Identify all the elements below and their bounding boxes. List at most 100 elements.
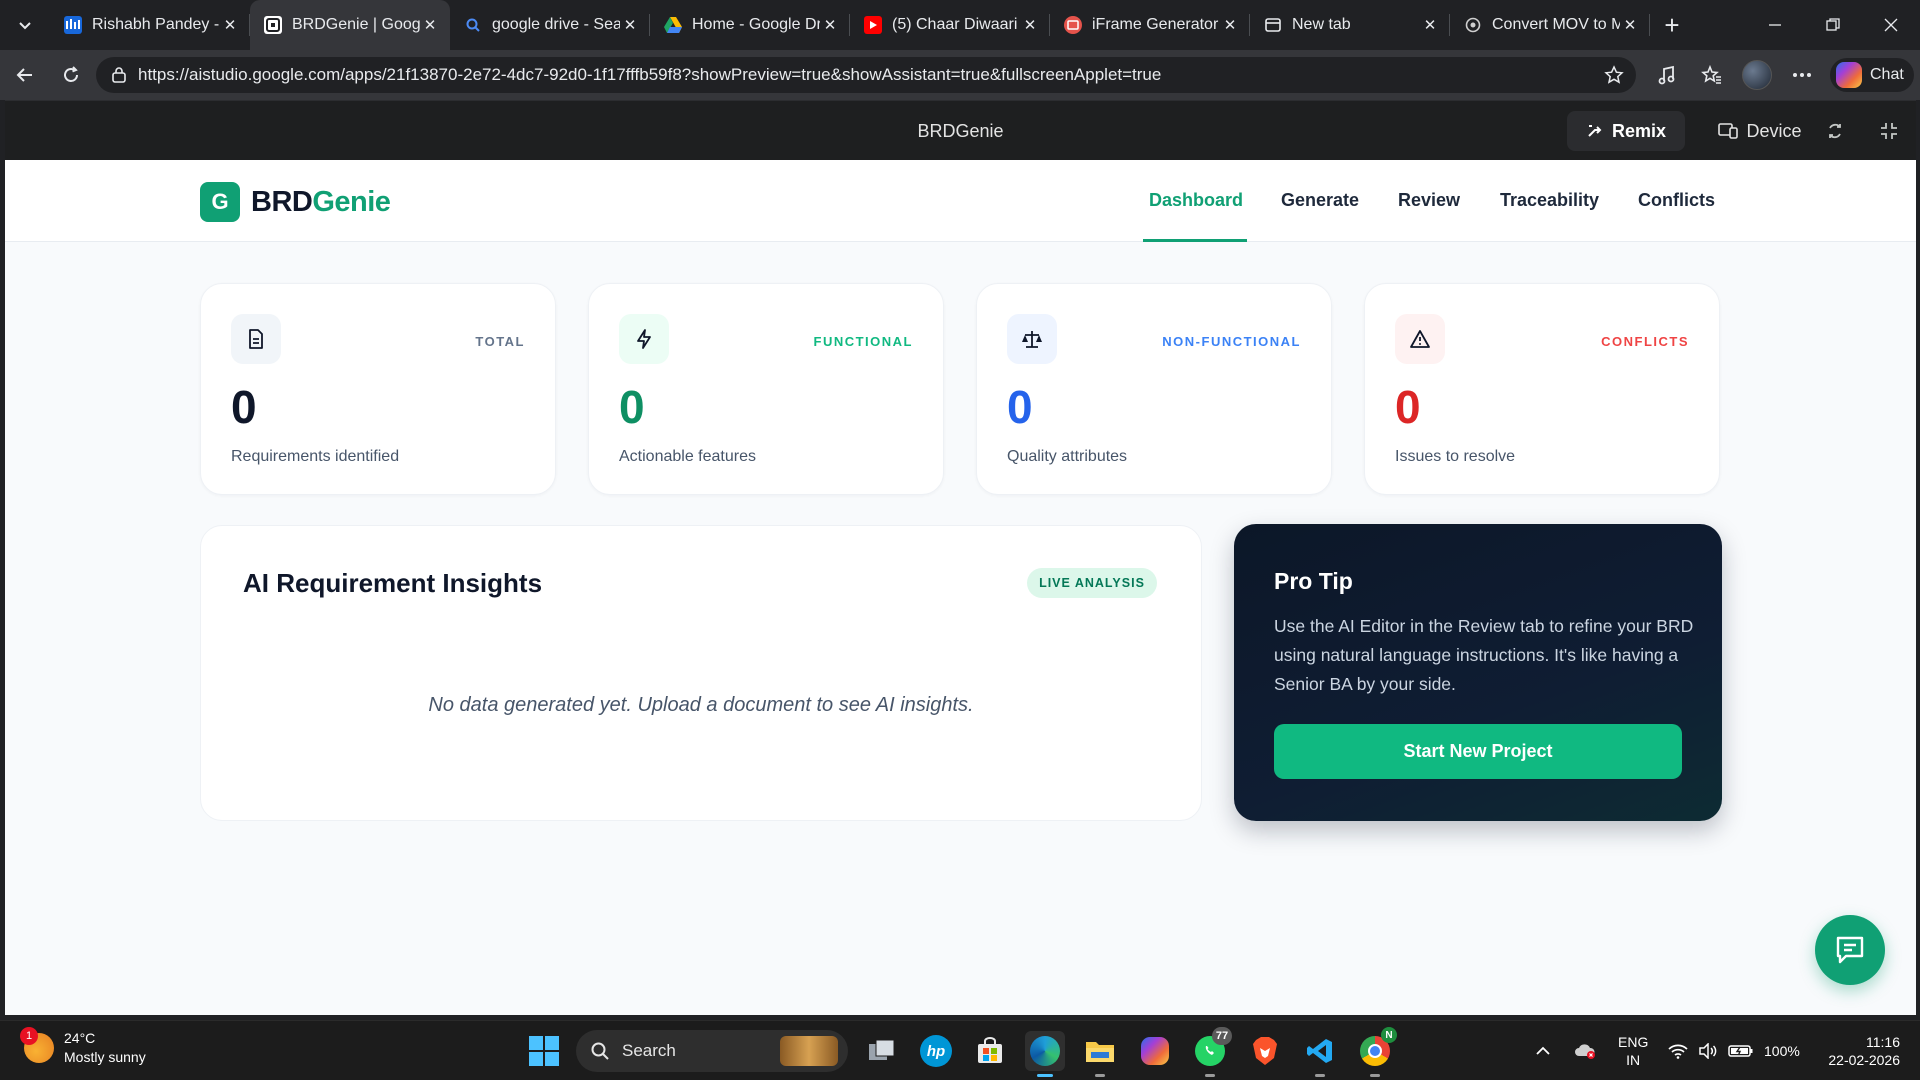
restore-button[interactable]	[1804, 0, 1862, 50]
chevron-up-icon	[1536, 1046, 1550, 1055]
logo-brd: BRD	[251, 185, 313, 218]
remix-button[interactable]: Remix	[1567, 111, 1685, 151]
favorites-button[interactable]	[1690, 52, 1734, 98]
browser-tab-youtube[interactable]: (5) Chaar Diwaari ft ✕	[850, 0, 1050, 50]
device-label: Device	[1746, 120, 1802, 141]
close-icon[interactable]: ✕	[1220, 15, 1240, 35]
minimize-button[interactable]	[1746, 0, 1804, 50]
media-control-button[interactable]	[1645, 52, 1689, 98]
taskbar-vscode[interactable]	[1300, 1031, 1340, 1077]
close-icon[interactable]: ✕	[1620, 15, 1640, 35]
nav-review[interactable]: Review	[1398, 190, 1460, 211]
tab-title: (5) Chaar Diwaari ft	[892, 16, 1020, 33]
taskbar-clock[interactable]: 11:16 22-02-2026	[1810, 1033, 1900, 1069]
taskbar-search[interactable]: Search	[576, 1030, 848, 1072]
nav-traceability[interactable]: Traceability	[1500, 190, 1599, 211]
back-button[interactable]	[2, 52, 48, 98]
show-hidden-icons[interactable]	[1535, 1021, 1551, 1080]
chevron-down-icon	[19, 22, 31, 30]
close-icon[interactable]: ✕	[1020, 15, 1040, 35]
taskbar-store[interactable]	[970, 1031, 1010, 1071]
tab-title: BRDGenie | Google	[292, 16, 420, 33]
convert-icon	[1464, 16, 1482, 34]
taskbar-edge[interactable]	[1025, 1031, 1065, 1077]
copilot-icon	[1141, 1037, 1169, 1065]
copilot-icon	[1836, 62, 1862, 88]
chat-bubble-icon	[1836, 936, 1864, 964]
volume-icon	[1699, 1043, 1717, 1059]
tab-title: Convert MOV to MI	[1492, 16, 1620, 33]
browser-tab-google-drive[interactable]: Home - Google Driv ✕	[650, 0, 850, 50]
taskbar-brave[interactable]	[1245, 1031, 1285, 1071]
brave-lion-icon	[1253, 1037, 1277, 1065]
running-indicator	[1037, 1074, 1053, 1077]
logo-genie: Genie	[312, 185, 391, 218]
close-window-button[interactable]	[1862, 0, 1920, 50]
chat-label: Chat	[1870, 66, 1904, 83]
reload-button[interactable]	[48, 52, 94, 98]
taskbar-whatsapp[interactable]: 77	[1190, 1027, 1232, 1077]
stat-value: 0	[619, 381, 645, 433]
close-icon[interactable]: ✕	[1420, 15, 1440, 35]
applet-header: BRDGenie Remix Device	[5, 100, 1916, 160]
search-highlight-image	[780, 1036, 838, 1066]
browser-tab-convert[interactable]: Convert MOV to MI ✕	[1450, 0, 1650, 50]
more-menu-button[interactable]	[1780, 52, 1824, 98]
live-analysis-badge: LIVE ANALYSIS	[1027, 568, 1157, 598]
hp-icon: hp	[920, 1035, 952, 1067]
jira-icon	[64, 16, 82, 34]
tab-title: iFrame Generator -	[1092, 16, 1220, 33]
new-tab-button[interactable]: +	[1650, 0, 1694, 50]
close-icon[interactable]: ✕	[820, 15, 840, 35]
nav-conflicts[interactable]: Conflicts	[1638, 190, 1715, 211]
url-text: https://aistudio.google.com/apps/21f1387…	[138, 65, 1162, 84]
profile-avatar[interactable]	[1735, 52, 1779, 98]
onedrive-status[interactable]	[1573, 1021, 1597, 1080]
logo-text: BRDGenie	[251, 185, 391, 219]
running-indicator	[1205, 1074, 1215, 1077]
running-indicator	[1095, 1074, 1105, 1077]
task-view-button[interactable]	[862, 1031, 902, 1071]
notification-badge: 1	[20, 1027, 38, 1045]
close-icon[interactable]: ✕	[620, 15, 640, 35]
browser-tab-new-tab[interactable]: New tab ✕	[1250, 0, 1450, 50]
start-new-project-button[interactable]: Start New Project	[1274, 724, 1682, 779]
nav-dashboard[interactable]: Dashboard	[1149, 190, 1243, 211]
taskbar-hp[interactable]: hp	[916, 1031, 956, 1071]
quick-settings[interactable]: 100%	[1668, 1021, 1800, 1080]
insights-empty-state: No data generated yet. Upload a document…	[428, 694, 974, 716]
tab-title: google drive - Sear	[492, 16, 620, 33]
app-logo[interactable]: G BRDGenie	[200, 182, 391, 222]
exit-fullscreen-button[interactable]	[1869, 111, 1909, 151]
cloud-error-icon	[1575, 1044, 1595, 1059]
lang-top: ENG	[1618, 1034, 1649, 1050]
taskbar-copilot[interactable]	[1135, 1031, 1175, 1071]
copilot-chat-button[interactable]: Chat	[1830, 58, 1914, 92]
address-bar[interactable]: https://aistudio.google.com/apps/21f1387…	[96, 57, 1636, 93]
bookmark-star-icon[interactable]	[1604, 65, 1624, 85]
reload-icon	[64, 66, 78, 82]
refresh-applet-button[interactable]	[1815, 111, 1855, 151]
remix-icon	[1588, 125, 1602, 137]
taskbar-chrome[interactable]: N	[1355, 1027, 1397, 1077]
running-indicator	[1370, 1074, 1380, 1077]
clock-time: 11:16	[1866, 1034, 1900, 1050]
chat-fab-button[interactable]	[1815, 915, 1885, 985]
tab-search-menu[interactable]	[0, 0, 50, 50]
youtube-icon	[864, 16, 882, 34]
battery-charging-icon	[1728, 1045, 1753, 1057]
language-indicator[interactable]: ENG IN	[1618, 1021, 1648, 1080]
browser-tab-iframe-generator[interactable]: iFrame Generator - ✕	[1050, 0, 1250, 50]
weather-widget[interactable]: 1 24°C Mostly sunny	[20, 1027, 146, 1067]
close-icon[interactable]: ✕	[420, 15, 440, 35]
browser-tab-google-search[interactable]: google drive - Sear ✕	[450, 0, 650, 50]
close-icon[interactable]: ✕	[220, 15, 240, 35]
taskbar-file-explorer[interactable]	[1080, 1031, 1120, 1077]
start-button[interactable]	[528, 1035, 560, 1067]
browser-tab-jira[interactable]: Rishabh Pandey - 1: ✕	[50, 0, 250, 50]
device-button[interactable]: Device	[1705, 111, 1815, 151]
scale-icon	[1007, 314, 1057, 364]
more-dots-icon	[1793, 73, 1811, 77]
nav-generate[interactable]: Generate	[1281, 190, 1359, 211]
browser-tab-brdgenie[interactable]: BRDGenie | Google ✕	[250, 0, 450, 50]
